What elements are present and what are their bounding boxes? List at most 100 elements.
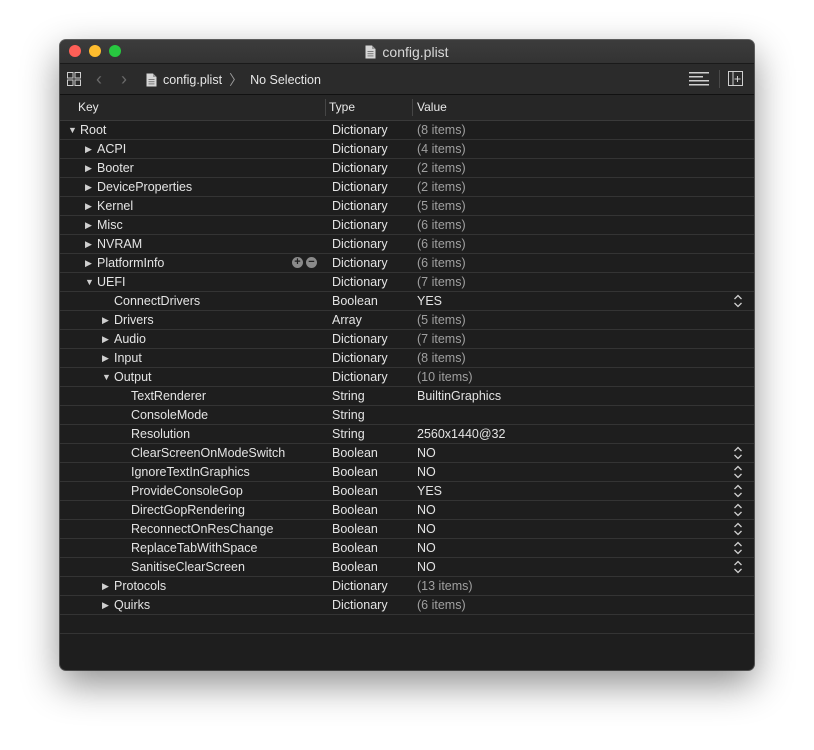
row-value[interactable]: NO: [417, 520, 436, 538]
disclosure-open-icon[interactable]: ▼: [102, 368, 112, 386]
row-key[interactable]: UEFI: [97, 273, 125, 291]
text-lines-icon[interactable]: [689, 72, 709, 86]
sidebar-panel-icon[interactable]: [728, 71, 743, 86]
row-type[interactable]: Dictionary: [332, 235, 388, 253]
row-key[interactable]: ConnectDrivers: [114, 292, 200, 310]
row-type[interactable]: Boolean: [332, 520, 378, 538]
disclosure-closed-icon[interactable]: ▶: [85, 178, 95, 196]
stepper-chevron-icon[interactable]: [733, 540, 743, 556]
row-type[interactable]: Dictionary: [332, 140, 388, 158]
row-key[interactable]: Booter: [97, 159, 134, 177]
stepper-chevron-icon[interactable]: [733, 559, 743, 575]
row-value[interactable]: BuiltinGraphics: [417, 387, 501, 405]
row-key[interactable]: Kernel: [97, 197, 133, 215]
row-value[interactable]: YES: [417, 482, 442, 500]
plist-row[interactable]: ClearScreenOnModeSwitch Boolean NO: [60, 444, 754, 463]
row-value[interactable]: NO: [417, 501, 436, 519]
disclosure-closed-icon[interactable]: ▶: [85, 197, 95, 215]
row-type[interactable]: String: [332, 425, 365, 443]
disclosure-closed-icon[interactable]: ▶: [85, 159, 95, 177]
row-value[interactable]: (6 items): [417, 596, 466, 614]
disclosure-closed-icon[interactable]: ▶: [85, 235, 95, 253]
row-type[interactable]: String: [332, 406, 365, 424]
stepper-chevron-icon[interactable]: [733, 293, 743, 309]
row-value[interactable]: (6 items): [417, 216, 466, 234]
stepper-chevron-icon[interactable]: [733, 445, 743, 461]
plist-row[interactable]: ConsoleMode String: [60, 406, 754, 425]
plist-row[interactable]: TextRenderer String BuiltinGraphics: [60, 387, 754, 406]
row-type[interactable]: Dictionary: [332, 159, 388, 177]
plist-row[interactable]: IgnoreTextInGraphics Boolean NO: [60, 463, 754, 482]
row-value[interactable]: (13 items): [417, 577, 473, 595]
plist-row[interactable]: DirectGopRendering Boolean NO: [60, 501, 754, 520]
row-type[interactable]: Boolean: [332, 444, 378, 462]
add-item-icon[interactable]: +: [292, 257, 303, 268]
disclosure-closed-icon[interactable]: ▶: [85, 216, 95, 234]
row-key[interactable]: Output: [114, 368, 152, 386]
row-value[interactable]: (5 items): [417, 311, 466, 329]
row-key[interactable]: NVRAM: [97, 235, 142, 253]
row-key[interactable]: SanitiseClearScreen: [131, 558, 245, 576]
disclosure-closed-icon[interactable]: ▶: [102, 596, 112, 614]
plist-row[interactable]: ▶ Input Dictionary (8 items): [60, 349, 754, 368]
column-divider[interactable]: [412, 99, 413, 116]
row-key[interactable]: IgnoreTextInGraphics: [131, 463, 250, 481]
disclosure-closed-icon[interactable]: ▶: [102, 577, 112, 595]
plist-row[interactable]: ReconnectOnResChange Boolean NO: [60, 520, 754, 539]
row-value[interactable]: (10 items): [417, 368, 473, 386]
row-type[interactable]: Boolean: [332, 558, 378, 576]
row-type[interactable]: Dictionary: [332, 254, 388, 272]
row-key[interactable]: Resolution: [131, 425, 190, 443]
row-key[interactable]: ClearScreenOnModeSwitch: [131, 444, 285, 462]
remove-item-icon[interactable]: −: [306, 257, 317, 268]
column-divider[interactable]: [325, 99, 326, 116]
row-value[interactable]: NO: [417, 539, 436, 557]
column-key[interactable]: Key: [78, 95, 99, 120]
plist-row[interactable]: [60, 615, 754, 634]
row-key[interactable]: Input: [114, 349, 142, 367]
row-key[interactable]: ACPI: [97, 140, 126, 158]
plist-row[interactable]: ▶ Audio Dictionary (7 items): [60, 330, 754, 349]
row-type[interactable]: Boolean: [332, 463, 378, 481]
plist-row[interactable]: ▶ NVRAM Dictionary (6 items): [60, 235, 754, 254]
row-type[interactable]: Dictionary: [332, 216, 388, 234]
row-key[interactable]: ReplaceTabWithSpace: [131, 539, 257, 557]
disclosure-closed-icon[interactable]: ▶: [102, 349, 112, 367]
disclosure-open-icon[interactable]: ▼: [85, 273, 95, 291]
plist-row[interactable]: ▶ Quirks Dictionary (6 items): [60, 596, 754, 615]
row-key[interactable]: ConsoleMode: [131, 406, 208, 424]
plist-row[interactable]: ▼ Root Dictionary (8 items): [60, 121, 754, 140]
row-type[interactable]: Boolean: [332, 501, 378, 519]
row-value[interactable]: NO: [417, 558, 436, 576]
row-value[interactable]: NO: [417, 463, 436, 481]
row-value[interactable]: 2560x1440@32: [417, 425, 505, 443]
row-key[interactable]: Protocols: [114, 577, 166, 595]
plist-row[interactable]: Resolution String 2560x1440@32: [60, 425, 754, 444]
row-value[interactable]: (4 items): [417, 140, 466, 158]
stepper-chevron-icon[interactable]: [733, 502, 743, 518]
row-value[interactable]: NO: [417, 444, 436, 462]
row-type[interactable]: Dictionary: [332, 121, 388, 139]
row-value[interactable]: (7 items): [417, 330, 466, 348]
row-type[interactable]: Array: [332, 311, 362, 329]
plist-row[interactable]: ConnectDrivers Boolean YES: [60, 292, 754, 311]
plist-row[interactable]: ▶ DeviceProperties Dictionary (2 items): [60, 178, 754, 197]
plist-row[interactable]: ReplaceTabWithSpace Boolean NO: [60, 539, 754, 558]
row-type[interactable]: String: [332, 387, 365, 405]
plist-row[interactable]: ▶ Booter Dictionary (2 items): [60, 159, 754, 178]
row-type[interactable]: Dictionary: [332, 273, 388, 291]
row-key[interactable]: TextRenderer: [131, 387, 206, 405]
plist-row[interactable]: ▶ PlatformInfo + − Dictionary (6 items): [60, 254, 754, 273]
row-key[interactable]: Drivers: [114, 311, 154, 329]
row-key[interactable]: Misc: [97, 216, 123, 234]
grid-icon[interactable]: [67, 72, 81, 86]
breadcrumb-selection[interactable]: No Selection: [250, 73, 321, 87]
plist-row[interactable]: ▼ Output Dictionary (10 items): [60, 368, 754, 387]
row-value[interactable]: (8 items): [417, 349, 466, 367]
row-type[interactable]: Boolean: [332, 292, 378, 310]
row-value[interactable]: (2 items): [417, 159, 466, 177]
breadcrumb-file[interactable]: config.plist: [163, 73, 222, 87]
row-value[interactable]: (8 items): [417, 121, 466, 139]
chevron-left-icon[interactable]: ‹: [96, 68, 102, 90]
row-value[interactable]: (7 items): [417, 273, 466, 291]
